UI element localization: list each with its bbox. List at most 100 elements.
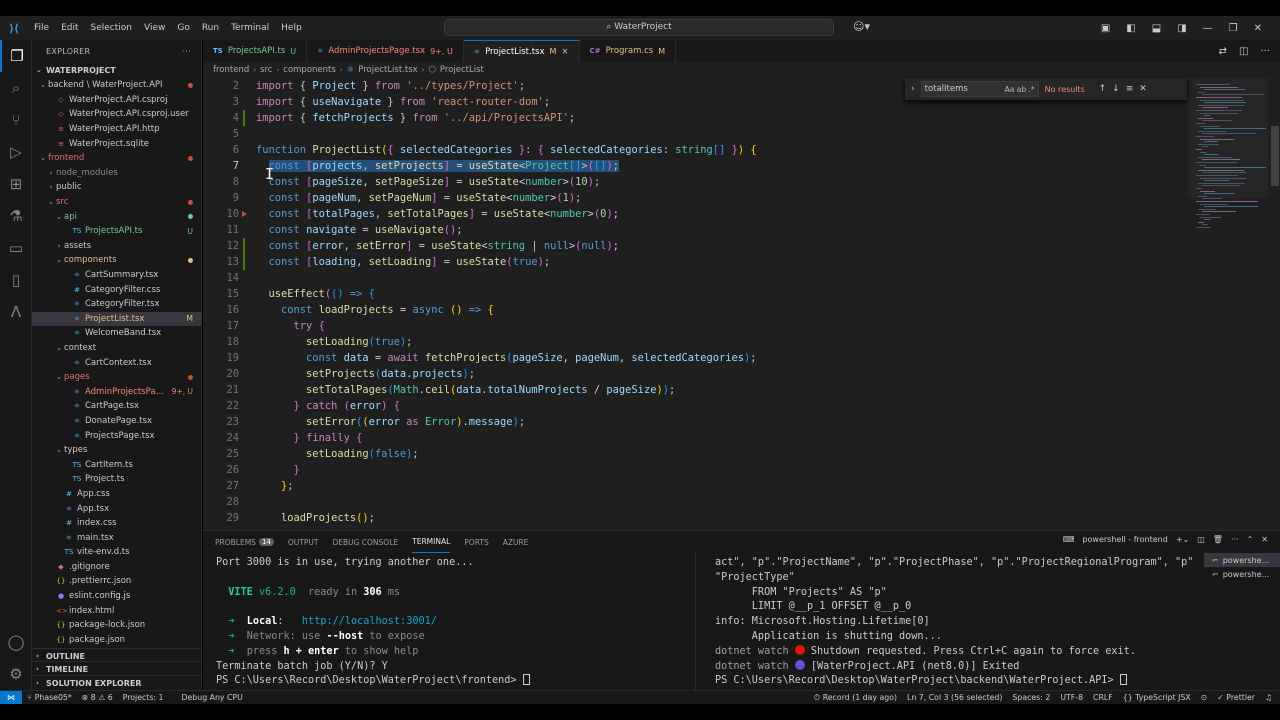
testing-icon[interactable]: ⚗ xyxy=(0,200,32,232)
file-item[interactable]: <> index.html xyxy=(32,603,201,618)
containers-icon[interactable]: ▯ xyxy=(0,264,32,296)
remote-indicator[interactable]: ⋈ xyxy=(0,690,22,705)
kill-terminal-icon[interactable]: 🗑 xyxy=(1213,535,1223,544)
file-item[interactable]: ⚛ DonatePage.tsx xyxy=(32,414,201,429)
gutter-change-marker[interactable] xyxy=(243,238,245,254)
run-debug-icon[interactable]: ▷ xyxy=(0,136,32,168)
problems-count[interactable]: ⊗ 8 ⚠ 6 xyxy=(77,693,118,702)
file-item[interactable]: ● eslint.config.js xyxy=(32,589,201,604)
code-line[interactable]: 5 xyxy=(203,126,1188,142)
copilot-icon[interactable]: ☺▾ xyxy=(853,20,870,33)
file-item[interactable]: # CategoryFilter.css xyxy=(32,282,201,297)
azure-icon[interactable]: Λ xyxy=(0,296,32,328)
timeline-section[interactable]: › TIMELINE xyxy=(32,661,202,676)
match-word-icon[interactable]: ab xyxy=(1017,85,1026,94)
menu-run[interactable]: Run xyxy=(196,23,225,33)
previous-match-icon[interactable]: ↑ xyxy=(1099,84,1107,94)
file-item[interactable]: TS vite-env.d.ts xyxy=(32,545,201,560)
file-item[interactable]: {} package.json xyxy=(32,633,201,648)
editor-tab[interactable]: ⚛ ProjectList.tsx M × xyxy=(463,40,580,62)
next-match-icon[interactable]: ↓ xyxy=(1112,84,1120,94)
folder-item[interactable]: ⌄ types xyxy=(32,443,201,458)
menu-help[interactable]: Help xyxy=(275,23,308,33)
folder-item[interactable]: ⌄ frontend xyxy=(32,151,201,166)
prettier-status[interactable]: ✓ Prettier xyxy=(1212,693,1260,702)
account-icon[interactable]: ◯ xyxy=(0,626,32,658)
source-control-icon[interactable]: ⑂ xyxy=(0,104,32,136)
minimize-icon[interactable]: — xyxy=(1203,23,1213,34)
code-line[interactable]: 6 function ProjectList({ selectedCategori… xyxy=(203,142,1188,158)
panel-tab-ports[interactable]: PORTS xyxy=(464,531,488,553)
panel-tab-output[interactable]: OUTPUT xyxy=(288,531,319,553)
maximize-icon[interactable]: ❐ xyxy=(1229,23,1238,34)
minimap[interactable] xyxy=(1188,78,1268,530)
code-line[interactable]: 19 const data = await fetchProjects(page… xyxy=(203,350,1188,366)
file-item[interactable]: # index.css xyxy=(32,516,201,531)
file-item[interactable]: ⚛ ProjectList.tsx M xyxy=(32,311,201,327)
file-item[interactable]: ◇ WaterProject.API.csproj.user xyxy=(32,107,201,122)
code-line[interactable]: 7 const [projects, setProjects] = useSta… xyxy=(203,158,1188,174)
match-case-icon[interactable]: Aa xyxy=(1005,85,1015,94)
gutter-change-marker[interactable] xyxy=(243,254,245,270)
code-line[interactable]: 21 setTotalPages(Math.ceil(data.totalNum… xyxy=(203,382,1188,398)
scrollbar-thumb[interactable] xyxy=(1271,126,1279,186)
find-in-selection-icon[interactable]: ≡ xyxy=(1126,84,1134,94)
code-line[interactable]: 4 import { fetchProjects } from '../api/P… xyxy=(203,110,1188,126)
folder-item[interactable]: ⌄ api xyxy=(32,209,201,224)
panel-tab-azure[interactable]: AZURE xyxy=(503,531,529,553)
code-line[interactable]: 29 loadProjects(); xyxy=(203,510,1188,526)
minimap-viewport[interactable] xyxy=(1188,78,1268,198)
terminal-list-item[interactable]: ⌐ powershe... xyxy=(1204,567,1280,581)
folder-item[interactable]: ⌄ src xyxy=(32,195,201,210)
search-view-icon[interactable]: ⌕ xyxy=(0,72,32,104)
code-line[interactable]: 8 const [pageSize, setPageSize] = useSta… xyxy=(203,174,1188,190)
file-item[interactable]: TS CartItem.ts xyxy=(32,457,201,472)
more-actions-icon[interactable]: ··· xyxy=(1231,535,1239,544)
code-line[interactable]: 27 }; xyxy=(203,478,1188,494)
breadcrumb-item[interactable]: src xyxy=(260,65,272,75)
close-window-icon[interactable]: ✕ xyxy=(1254,23,1262,34)
remote-explorer-icon[interactable]: ▭ xyxy=(0,232,32,264)
file-item[interactable]: ≡ WaterProject.sqlite xyxy=(32,136,201,151)
record-status[interactable]: ⏱ Record (1 day ago) xyxy=(809,693,902,703)
file-item[interactable]: ⚛ CartPage.tsx xyxy=(32,399,201,414)
code-line[interactable]: 14 xyxy=(203,270,1188,286)
folder-item[interactable]: › node_modules xyxy=(32,166,201,181)
git-branch[interactable]: ⑂ Phase05* xyxy=(22,693,77,702)
code-line[interactable]: 28 xyxy=(203,494,1188,510)
file-item[interactable]: {} .prettierrc.json xyxy=(32,574,201,589)
menu-selection[interactable]: Selection xyxy=(85,23,138,33)
code-line[interactable]: 23 setError((error as Error).message); xyxy=(203,414,1188,430)
encoding[interactable]: UTF-8 xyxy=(1055,693,1088,702)
editor-tab[interactable]: TS ProjectsAPI.ts U xyxy=(203,40,308,62)
extensions-icon[interactable]: ⊞ xyxy=(0,168,32,200)
editor-tab[interactable]: C# Program.cs M xyxy=(580,40,677,62)
compare-changes-icon[interactable]: ⇄ xyxy=(1219,46,1227,57)
terminal-split-divider[interactable] xyxy=(695,553,696,691)
toggle-sidebar-icon[interactable]: ◧ xyxy=(1126,23,1135,34)
notifications-bell-icon[interactable]: ♫ xyxy=(1260,693,1280,702)
maximize-panel-icon[interactable]: ⌃ xyxy=(1247,535,1254,544)
file-item[interactable]: # App.css xyxy=(32,487,201,502)
find-input[interactable]: totalItems Aa ab .* xyxy=(920,81,1039,97)
code-line[interactable]: 18 setLoading(true); xyxy=(203,334,1188,350)
menu-edit[interactable]: Edit xyxy=(55,23,84,33)
file-item[interactable]: ⚛ CategoryFilter.tsx xyxy=(32,297,201,312)
terminal-name[interactable]: powershell - frontend xyxy=(1082,535,1167,544)
code-line[interactable]: 15 useEffect(() => { xyxy=(203,286,1188,302)
toggle-replace-icon[interactable]: › xyxy=(911,84,915,94)
terminal-right[interactable]: act", "p"."ProjectName", "p"."ProjectPha… xyxy=(715,556,1195,691)
gutter-change-marker[interactable] xyxy=(243,110,245,126)
file-item[interactable]: ⚛ ProjectsPage.tsx xyxy=(32,428,201,443)
workspace-root[interactable]: ⌄ WATERPROJECT xyxy=(32,62,201,78)
folder-item[interactable]: › public xyxy=(32,180,201,195)
indentation[interactable]: Spaces: 2 xyxy=(1007,693,1055,702)
explorer-icon[interactable]: ❐ xyxy=(0,40,32,72)
more-actions-icon[interactable]: ··· xyxy=(182,47,191,56)
split-terminal-icon[interactable]: ◫ xyxy=(1197,535,1205,544)
close-panel-icon[interactable]: ✕ xyxy=(1261,535,1268,544)
breadcrumb-item[interactable]: frontend xyxy=(213,65,249,75)
panel-tab-terminal[interactable]: TERMINAL xyxy=(412,531,451,553)
new-terminal-icon[interactable]: +⌄ xyxy=(1176,535,1189,544)
breadcrumb-item[interactable]: components xyxy=(283,65,336,75)
